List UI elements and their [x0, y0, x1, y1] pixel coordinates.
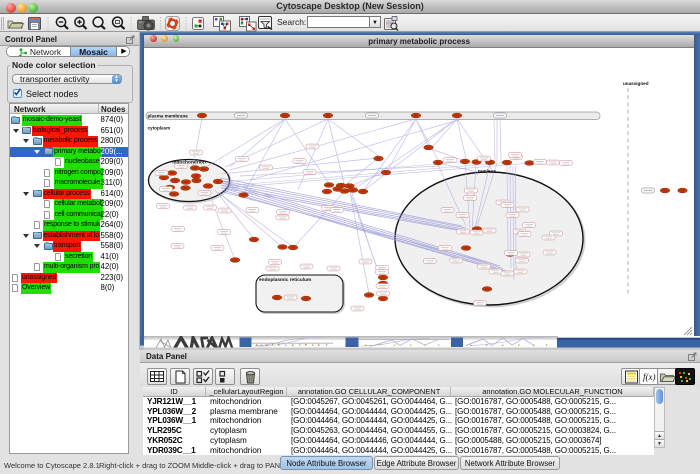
svg-text:f(x): f(x) — [643, 372, 656, 382]
svg-text:endoplasmic reticulum: endoplasmic reticulum — [259, 277, 311, 283]
svg-text:unassigned: unassigned — [623, 81, 649, 86]
svg-text:plasma membrane: plasma membrane — [148, 113, 189, 118]
svg-text:cytoplasm: cytoplasm — [148, 126, 171, 131]
svg-text:nucleus: nucleus — [478, 169, 496, 175]
